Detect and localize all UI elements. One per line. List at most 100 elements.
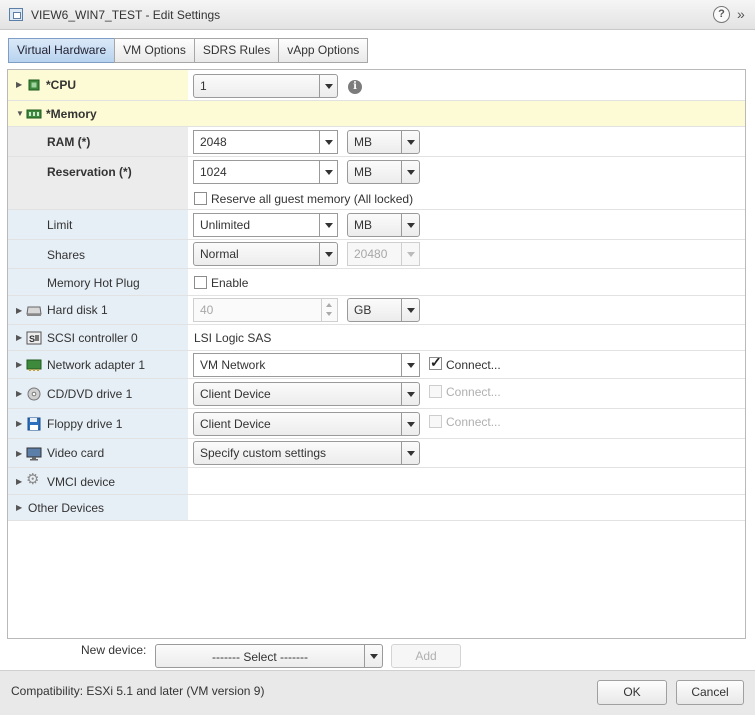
- chevron-down-icon[interactable]: [401, 131, 419, 153]
- collapse-arrow-icon[interactable]: ▼: [16, 109, 24, 118]
- hard-disk-row: ▶ Hard disk 1 40 GB: [8, 296, 745, 325]
- monitor-icon: [26, 447, 42, 461]
- hardware-panel: ▶ *CPU 1 i ▼ *Memory RAM (*) 2048 MB Res…: [7, 69, 746, 639]
- chevron-down-icon[interactable]: [401, 299, 419, 321]
- network-connect-checkbox[interactable]: [429, 354, 442, 371]
- hard-disk-label: Hard disk 1: [47, 303, 108, 317]
- expand-arrow-icon[interactable]: ▶: [16, 477, 22, 486]
- limit-unit-select[interactable]: MB: [347, 213, 420, 237]
- reservation-unit-select[interactable]: MB: [347, 160, 420, 184]
- chevron-down-icon[interactable]: [401, 354, 419, 376]
- chevron-down-icon[interactable]: [401, 161, 419, 183]
- video-select[interactable]: Specify custom settings: [193, 441, 420, 465]
- scsi-controller-icon: S: [26, 331, 42, 345]
- chevron-down-icon: [401, 243, 419, 265]
- hard-disk-unit-select[interactable]: GB: [347, 298, 420, 322]
- cdrom-connect-label: Connect...: [446, 385, 501, 399]
- network-row: ▶ Network adapter 1 VM Network Connect..…: [8, 351, 745, 379]
- memory-hot-plug-label: Memory Hot Plug: [47, 276, 140, 290]
- cpu-row: ▶ *CPU 1 i: [8, 70, 745, 101]
- scsi-row: ▶ S SCSI controller 0 LSI Logic SAS: [8, 325, 745, 351]
- tab-virtual-hardware[interactable]: Virtual Hardware: [8, 38, 116, 63]
- chevron-down-icon[interactable]: [319, 161, 337, 183]
- cdrom-select[interactable]: Client Device: [193, 382, 420, 406]
- chevron-down-icon[interactable]: [319, 131, 337, 153]
- reservation-row: Reservation (*) 1024 MB Reserve all gues…: [8, 157, 745, 210]
- shares-select[interactable]: Normal: [193, 242, 338, 266]
- tab-vapp-options[interactable]: vApp Options: [278, 38, 369, 63]
- info-icon[interactable]: i: [348, 80, 362, 94]
- tab-sdrs-rules[interactable]: SDRS Rules: [193, 38, 280, 63]
- vmci-label: VMCI device: [47, 475, 116, 489]
- hard-disk-size-input[interactable]: 40: [193, 298, 338, 322]
- chevron-down-icon[interactable]: [401, 214, 419, 236]
- memory-module-icon: [26, 109, 42, 119]
- title-bar: VIEW6_WIN7_TEST - Edit Settings ? »: [0, 0, 755, 30]
- hot-plug-enable-label: Enable: [211, 276, 249, 290]
- floppy-label: Floppy drive 1: [47, 417, 123, 431]
- add-device-button[interactable]: Add: [391, 644, 461, 668]
- memory-label: *Memory: [46, 107, 97, 121]
- limit-label: Limit: [47, 218, 73, 232]
- shares-row: Shares Normal 20480: [8, 240, 745, 269]
- network-select[interactable]: VM Network: [193, 353, 420, 377]
- hot-plug-checkbox[interactable]: [194, 276, 207, 289]
- new-device-label: New device:: [81, 643, 147, 657]
- cpu-label: *CPU: [46, 78, 77, 92]
- ram-unit-select[interactable]: MB: [347, 130, 420, 154]
- reservation-input[interactable]: 1024: [193, 160, 338, 184]
- cancel-button[interactable]: Cancel: [676, 680, 744, 705]
- tab-vm-options[interactable]: VM Options: [114, 38, 195, 63]
- expand-arrow-icon[interactable]: ▶: [16, 360, 22, 369]
- scsi-type-value: LSI Logic SAS: [194, 331, 272, 345]
- chevron-down-icon[interactable]: [364, 645, 382, 667]
- chevron-down-icon[interactable]: [401, 383, 419, 405]
- floppy-connect-label: Connect...: [446, 415, 501, 429]
- expand-arrow-icon[interactable]: ▶: [16, 80, 22, 89]
- cdrom-label: CD/DVD drive 1: [47, 387, 133, 401]
- window-title: VIEW6_WIN7_TEST - Edit Settings: [31, 8, 221, 22]
- cpu-count-select[interactable]: 1: [193, 74, 338, 98]
- floppy-row: ▶ Floppy drive 1 Client Device Connect..…: [8, 409, 745, 439]
- network-connect-label: Connect...: [446, 358, 501, 372]
- chevron-down-icon[interactable]: [319, 243, 337, 265]
- network-adapter-icon: [26, 359, 42, 371]
- chevron-down-icon[interactable]: [401, 442, 419, 464]
- hard-disk-icon: [26, 306, 42, 316]
- chevron-down-icon[interactable]: [401, 413, 419, 435]
- ram-input[interactable]: 2048: [193, 130, 338, 154]
- expand-arrow-icon[interactable]: ▶: [16, 449, 22, 458]
- limit-input[interactable]: Unlimited: [193, 213, 338, 237]
- expand-arrow-icon[interactable]: ▶: [16, 306, 22, 315]
- shares-amount-input[interactable]: 20480: [347, 242, 420, 266]
- expand-arrow-icon[interactable]: ▶: [16, 419, 22, 428]
- cdrom-row: ▶ CD/DVD drive 1 Client Device Connect..…: [8, 379, 745, 409]
- spinner-icon[interactable]: [321, 299, 337, 321]
- other-devices-label: Other Devices: [28, 501, 105, 515]
- new-device-select[interactable]: ------- Select -------: [155, 644, 383, 668]
- chevron-down-icon[interactable]: [319, 75, 337, 97]
- gear-icon: ⚙: [26, 471, 40, 488]
- ok-button[interactable]: OK: [597, 680, 667, 705]
- cd-dvd-icon: [27, 387, 41, 401]
- cdrom-connect-checkbox[interactable]: [429, 385, 442, 398]
- chevron-down-icon[interactable]: [319, 214, 337, 236]
- tab-bar: Virtual Hardware VM Options SDRS Rules v…: [8, 38, 369, 63]
- floppy-select[interactable]: Client Device: [193, 412, 420, 436]
- reserve-all-checkbox[interactable]: [194, 192, 207, 205]
- expand-arrow-icon[interactable]: ▶: [16, 503, 22, 512]
- expand-icon[interactable]: »: [737, 6, 745, 22]
- ram-row: RAM (*) 2048 MB: [8, 127, 745, 157]
- floppy-connect-checkbox[interactable]: [429, 415, 442, 428]
- help-icon[interactable]: ?: [713, 6, 730, 23]
- shares-label: Shares: [47, 248, 86, 262]
- cpu-chip-icon: [28, 79, 40, 91]
- expand-arrow-icon[interactable]: ▶: [16, 333, 22, 342]
- limit-row: Limit Unlimited MB: [8, 210, 745, 240]
- floppy-disk-icon: [27, 417, 41, 431]
- other-devices-row: ▶ Other Devices: [8, 495, 745, 521]
- svg-text:S: S: [29, 334, 35, 344]
- expand-arrow-icon[interactable]: ▶: [16, 389, 22, 398]
- vmci-row: ▶ ⚙ VMCI device: [8, 468, 745, 495]
- vm-window-icon: [9, 8, 23, 21]
